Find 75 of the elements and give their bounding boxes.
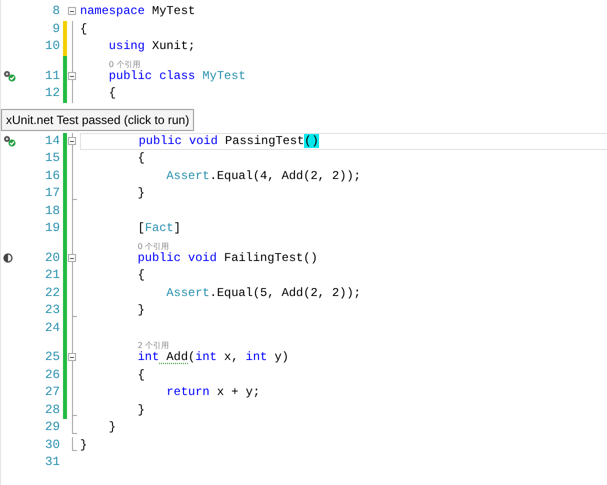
reference-count-link[interactable]: 0 个引用 <box>108 58 140 70</box>
code-text: } <box>136 186 145 200</box>
code-keyword: class <box>158 68 196 82</box>
code-text: { <box>80 22 88 36</box>
line-number: 25 <box>44 349 60 366</box>
code-text: Xunit; <box>151 39 196 53</box>
code-text: ( <box>188 350 196 364</box>
reference-count-link[interactable]: 2 个引用 <box>138 340 170 352</box>
line-number: 12 <box>44 85 60 102</box>
brace-match: () <box>304 134 319 148</box>
line-number: 17 <box>44 185 60 202</box>
code-text: x, <box>223 350 240 364</box>
code-keyword: int <box>246 350 268 364</box>
line-number: 23 <box>44 302 60 319</box>
line-number: 20 <box>44 250 60 266</box>
collapse-icon[interactable] <box>68 136 76 144</box>
code-text: } <box>80 438 88 452</box>
code-keyword: public <box>138 134 182 148</box>
code-text: x + y; <box>216 385 260 399</box>
line-number: 9 <box>51 20 60 38</box>
code-text: ] <box>174 221 181 235</box>
code-text: [ <box>136 221 145 235</box>
collapse-icon[interactable] <box>68 72 76 80</box>
collapse-icon[interactable] <box>68 254 76 262</box>
line-number: 11 <box>44 68 60 84</box>
code-text: { <box>136 151 145 165</box>
line-number: 28 <box>44 402 60 418</box>
code-keyword: int <box>195 350 217 364</box>
line-number: 27 <box>44 384 60 401</box>
line-number: 30 <box>44 436 60 454</box>
code-keyword: using <box>108 39 145 53</box>
line-number: 15 <box>44 150 60 167</box>
test-not-run-icon[interactable] <box>3 253 13 264</box>
code-text: { <box>136 368 145 382</box>
code-text: { <box>108 86 116 100</box>
line-number: 18 <box>44 202 60 220</box>
line-number: 10 <box>44 38 60 55</box>
collapse-icon[interactable] <box>68 7 76 15</box>
code-keyword: int <box>136 350 160 364</box>
code-type-name: Assert <box>165 168 210 182</box>
code-text: } <box>136 402 145 416</box>
line-number: 8 <box>51 3 60 20</box>
line-number: 26 <box>44 366 60 384</box>
test-passed-icon[interactable] <box>3 70 17 82</box>
code-keyword: public <box>108 68 152 82</box>
code-text: PassingTest <box>224 134 304 148</box>
code-text: FailingTest() <box>223 250 318 264</box>
code-keyword: public <box>136 250 181 264</box>
tooltip: xUnit.net Test passed (click to run) <box>1 108 194 130</box>
code-type-name: MyTest <box>201 68 246 82</box>
code-type-name: Assert <box>165 286 210 300</box>
code-text: y) <box>273 350 289 364</box>
test-passed-icon[interactable] <box>3 135 17 148</box>
reference-count-link[interactable]: 0 个引用 <box>138 240 170 252</box>
code-identifier: Add <box>165 350 188 364</box>
code-text: } <box>108 420 116 434</box>
line-number: 21 <box>44 267 60 284</box>
code-text: { <box>136 268 145 282</box>
line-number: 29 <box>44 419 60 436</box>
code-text: .Equal(4, Add(2, 2)); <box>210 168 361 182</box>
collapse-icon[interactable] <box>68 353 76 361</box>
code-keyword: namespace <box>80 4 145 18</box>
line-number: 14 <box>44 132 60 150</box>
line-number: 22 <box>44 284 60 302</box>
code-keyword: void <box>187 250 217 264</box>
code-type-name: Fact <box>144 221 174 235</box>
line-number: 24 <box>44 320 60 336</box>
code-keyword: return <box>165 385 210 399</box>
code-text: .Equal(5, Add(2, 2)); <box>210 286 361 300</box>
code-text: MyTest <box>151 4 196 18</box>
line-number: 19 <box>44 220 60 237</box>
code-keyword: void <box>188 134 218 148</box>
line-number: 16 <box>44 168 60 184</box>
line-number: 31 <box>44 454 60 471</box>
code-text: } <box>136 303 145 317</box>
